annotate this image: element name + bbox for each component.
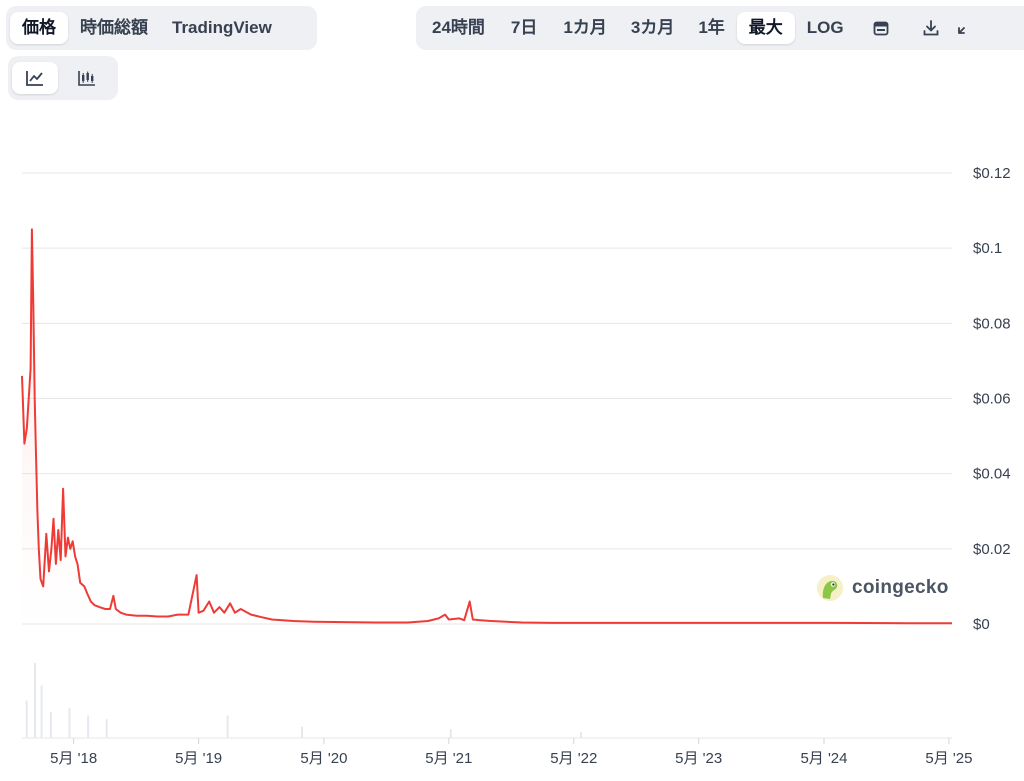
x-tick-label: 5月 '20 <box>300 750 347 767</box>
volume-bar <box>449 729 452 738</box>
volume-bar <box>25 700 28 738</box>
volume-bar <box>34 663 37 738</box>
volume-bar <box>40 685 43 738</box>
volume-bar <box>105 719 108 738</box>
grid-lines <box>22 172 952 739</box>
volume-bar <box>49 711 52 738</box>
volume-bar <box>301 726 303 738</box>
price-area <box>22 229 952 624</box>
y-tick-label: $0.04 <box>973 466 1011 483</box>
y-tick-label: $0.02 <box>973 541 1011 558</box>
y-tick-label: $0.06 <box>973 391 1011 408</box>
y-axis: $0.12 $0.1 $0.08 $0.06 $0.04 $0.02 $0 <box>973 165 1011 633</box>
gecko-logo-icon <box>817 575 843 601</box>
y-tick-label: $0 <box>973 616 990 633</box>
price-series <box>21 228 952 625</box>
volume-bar <box>226 715 229 738</box>
volume-bar <box>87 715 90 738</box>
x-tick-label: 5月 '23 <box>675 750 722 767</box>
y-tick-label: $0.08 <box>973 315 1011 332</box>
x-tick-label: 5月 '22 <box>550 750 597 767</box>
price-chart: $0.12$0.1$0.08$0.06$0.04$0.02$0 5月 '18 5月… <box>21 165 1011 767</box>
price-line <box>21 228 952 625</box>
y-tick-label: $0.12 <box>973 165 1011 182</box>
x-tick-label: 5月 '19 <box>175 750 222 767</box>
x-tick-label: 5月 '21 <box>425 750 472 767</box>
x-tick-label: 5月 '25 <box>925 750 972 767</box>
y-tick-label: $0.1 <box>973 240 1002 257</box>
x-axis: 5月 '18 5月 '19 5月 '20 5月 '21 5月 '22 5月 '23 5月 '… <box>50 738 972 767</box>
x-tick-label: 5月 '24 <box>800 750 847 767</box>
volume-bar <box>68 708 71 738</box>
coingecko-watermark: coingecko <box>816 574 949 602</box>
volume-bars <box>25 663 582 738</box>
volume-bar <box>580 732 582 738</box>
x-tick-label: 5月 '18 <box>50 750 97 767</box>
brand-name: coingecko <box>852 577 949 598</box>
